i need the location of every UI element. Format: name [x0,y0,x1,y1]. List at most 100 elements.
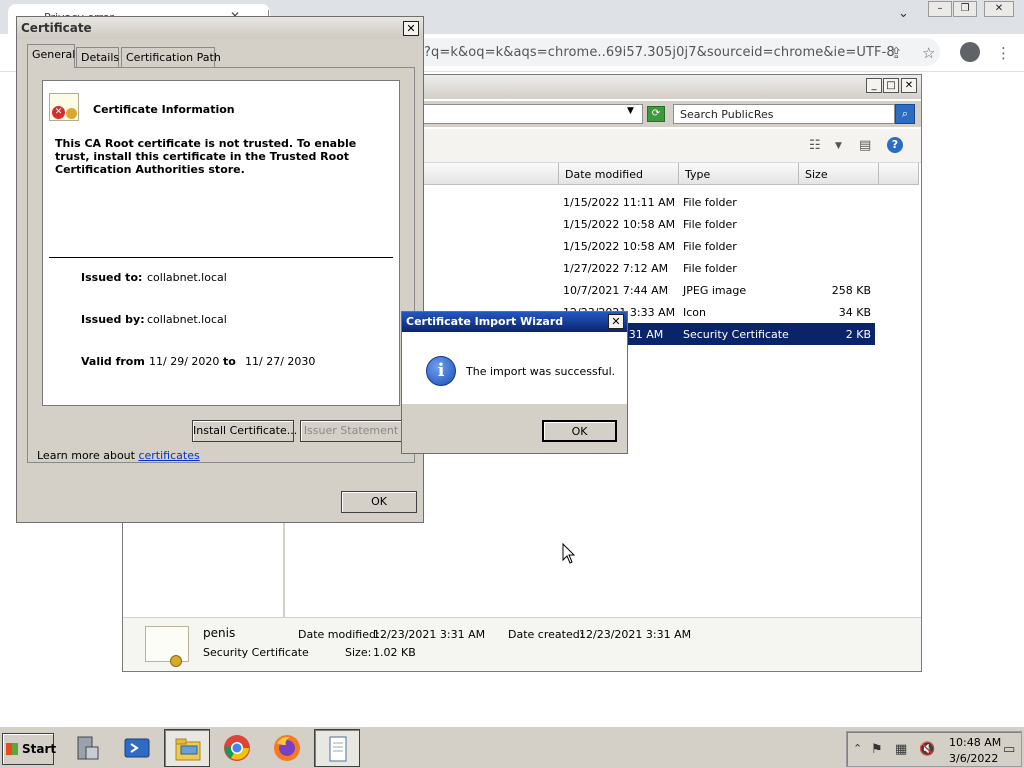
mouse-cursor-icon [562,543,576,564]
column-header-type[interactable]: Type [679,163,799,185]
import-wizard-dialog: Certificate Import Wizard ✕ i The import… [401,311,628,454]
preview-pane-icon[interactable]: ▤ [859,138,871,153]
minimize-button[interactable]: – [928,1,952,17]
close-button[interactable]: ✕ [901,78,917,93]
valid-from-value: 11/ 29/ 2020 [149,355,220,368]
powershell-button[interactable] [114,729,160,767]
details-size-label: Size: [345,646,372,659]
minimize-button[interactable]: _ [866,78,882,93]
column-header-date[interactable]: Date modified [559,163,679,185]
volume-muted-icon[interactable]: 🔇 [919,742,935,757]
clock-time[interactable]: 10:48 AM [949,736,1001,749]
wizard-title: Certificate Import Wizard [406,315,564,328]
clock-date[interactable]: 3/6/2022 [949,752,998,765]
share-icon[interactable]: ⇪ [890,44,903,62]
restore-button[interactable]: ❐ [953,1,977,17]
details-date-modified: 12/23/2021 3:31 AM [373,628,486,641]
close-button[interactable]: ✕ [403,21,419,36]
document-icon [329,736,347,762]
install-certificate-button[interactable]: Install Certificate... [192,420,297,442]
column-header-size[interactable]: Size [799,163,879,185]
certificates-link[interactable]: certificates [138,449,199,462]
firefox-taskbar-button[interactable] [264,729,310,767]
certificate-dialog: Certificate ✕ General Details Certificat… [16,16,424,523]
system-tray: ⌃ ⚑ ▦ 🔇 10:48 AM 3/6/2022 ▭ [846,731,1022,767]
dropdown-arrow-icon[interactable]: ▼ [627,106,634,116]
chrome-taskbar-button[interactable] [214,729,260,767]
server-manager-icon [77,736,99,760]
row-type: File folder [683,196,737,209]
chevron-down-icon[interactable]: ⌄ [898,6,909,21]
certificate-titlebar: Certificate ✕ [17,17,423,39]
general-tab-panel: ✕ Certificate Information This CA Root c… [27,67,415,463]
issued-by-label: Issued by: [81,313,145,326]
row-size: 2 KB [845,328,871,341]
server-manager-button[interactable] [64,729,110,767]
details-date-modified-label: Date modified: [298,628,380,641]
folder-icon [175,738,201,761]
tab-certification-path[interactable]: Certification Path [121,47,221,67]
issued-by-value: collabnet.local [147,313,227,326]
maximize-button[interactable]: □ [883,78,899,93]
address-bar[interactable]: ?q=k&oq=k&aqs=chrome..69i57.305j0j7&sour… [380,38,940,66]
close-button[interactable]: ✕ [608,314,624,329]
firefox-icon [274,735,300,761]
wizard-titlebar: Certificate Import Wizard ✕ [402,312,627,332]
search-input[interactable]: Search PublicRes [673,104,895,124]
row-type: File folder [683,218,737,231]
menu-icon[interactable]: ⋮ [996,44,1011,62]
certificate-info-box: ✕ Certificate Information This CA Root c… [42,80,400,406]
details-pane: penis Security Certificate Date modified… [123,617,921,671]
notepad-taskbar-button[interactable] [314,729,360,767]
row-type: File folder [683,240,737,253]
learn-more-text: Learn more about certificates [37,449,200,462]
help-icon[interactable]: ? [887,137,903,153]
url-text: ?q=k&oq=k&aqs=chrome..69i57.305j0j7&sour… [424,45,895,60]
tab-general[interactable]: General [27,44,75,68]
row-date: :31 AM [625,328,664,341]
window-close-button[interactable]: ✕ [984,1,1014,17]
powershell-icon [124,738,150,758]
issued-to-label: Issued to: [81,271,143,284]
certificate-file-icon [145,626,189,667]
explorer-taskbar-button[interactable] [164,729,210,767]
tab-details[interactable]: Details [76,47,119,67]
profile-icon[interactable] [960,42,980,62]
network-icon[interactable]: ▦ [895,742,907,757]
details-date-created-label: Date created: [508,628,584,641]
issuer-statement-button[interactable]: Issuer Statement [300,420,402,442]
show-desktop-icon[interactable]: ▭ [1003,742,1015,757]
certificate-error-icon: ✕ [49,93,79,121]
row-date: 1/15/2022 10:58 AM [563,240,676,253]
flag-icon[interactable]: ⚑ [871,742,883,757]
row-type: Security Certificate [683,328,789,341]
row-type: Icon [683,306,706,319]
star-icon[interactable]: ☆ [922,44,935,62]
learn-more-prefix: Learn more about [37,449,139,462]
start-button[interactable]: Start [2,733,57,765]
info-icon: i [426,356,456,386]
row-type: JPEG image [683,284,747,297]
row-type: File folder [683,262,737,275]
wizard-message-area: i The import was successful. [402,332,627,404]
chevron-down-icon[interactable]: ▼ [835,141,842,151]
views-icon[interactable]: ☷ [809,138,821,153]
certificate-heading: Certificate Information [93,103,235,116]
ok-button[interactable]: OK [542,420,617,442]
details-file-type: Security Certificate [203,646,309,659]
ok-button[interactable]: OK [341,491,417,513]
start-label: Start [22,742,57,756]
row-date: 1/27/2022 7:12 AM [563,262,669,275]
chrome-icon [224,735,250,761]
row-date: 1/15/2022 10:58 AM [563,218,676,231]
valid-to-value: 11/ 27/ 2030 [245,355,316,368]
chevron-up-icon[interactable]: ⌃ [853,742,862,755]
wizard-message: The import was successful. [466,365,616,378]
taskbar: Start ⌃ ⚑ ▦ 🔇 10:48 AM 3/6/2022 ▭ [0,726,1024,768]
refresh-icon[interactable]: ⟳ [647,106,665,122]
column-header-extra[interactable] [879,163,919,185]
issued-to-value: collabnet.local [147,271,227,284]
details-file-name: penis [203,626,236,640]
search-icon[interactable]: ⌕ [895,104,915,124]
row-size: 34 KB [838,306,871,319]
